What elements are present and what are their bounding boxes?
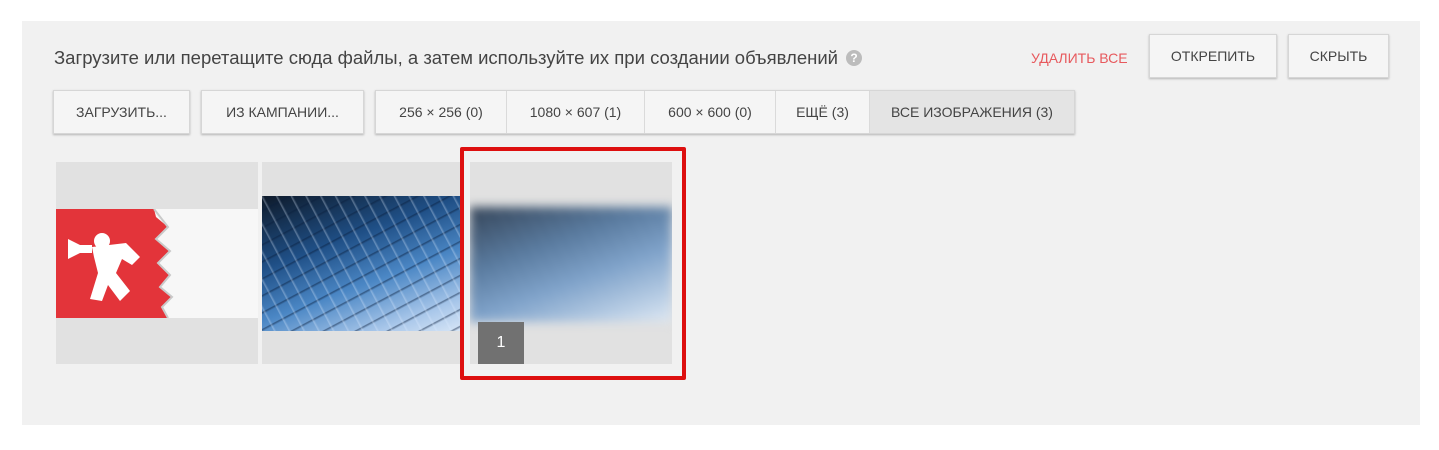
- from-campaign-button[interactable]: ИЗ КАМПАНИИ...: [201, 90, 364, 134]
- size-filter-tabs: 256 × 256 (0) 1080 × 607 (1) 600 × 600 (…: [375, 90, 1075, 134]
- filter-more[interactable]: ЕЩЁ (3): [776, 91, 870, 133]
- megaphone-banner-image: [56, 208, 258, 319]
- help-icon[interactable]: ?: [846, 50, 863, 66]
- selection-order-badge: 1: [478, 322, 524, 364]
- media-library-panel[interactable]: Загрузите или перетащите сюда файлы, а з…: [22, 21, 1420, 425]
- filter-all-images[interactable]: ВСЕ ИЗОБРАЖЕНИЯ (3): [870, 91, 1074, 133]
- unpin-button[interactable]: ОТКРЕПИТЬ: [1149, 34, 1277, 78]
- instruction-text: Загрузите или перетащите сюда файлы, а з…: [54, 47, 839, 68]
- gallery-thumb[interactable]: [56, 162, 258, 364]
- gallery-thumb[interactable]: [262, 162, 464, 364]
- hide-button[interactable]: СКРЫТЬ: [1288, 34, 1389, 78]
- delete-all-link[interactable]: УДАЛИТЬ ВСЕ: [1031, 47, 1128, 69]
- keyboard-photo-image: [262, 196, 464, 331]
- filter-600x600[interactable]: 600 × 600 (0): [645, 91, 776, 133]
- gallery-thumb-selected[interactable]: 1: [470, 162, 672, 364]
- instruction-text-row: Загрузите или перетащите сюда файлы, а з…: [54, 47, 863, 69]
- filter-256x256[interactable]: 256 × 256 (0): [376, 91, 507, 133]
- keyboard-photo-blurred-image: [470, 207, 672, 322]
- filter-1080x607[interactable]: 1080 × 607 (1): [507, 91, 645, 133]
- upload-button[interactable]: ЗАГРУЗИТЬ...: [53, 90, 190, 134]
